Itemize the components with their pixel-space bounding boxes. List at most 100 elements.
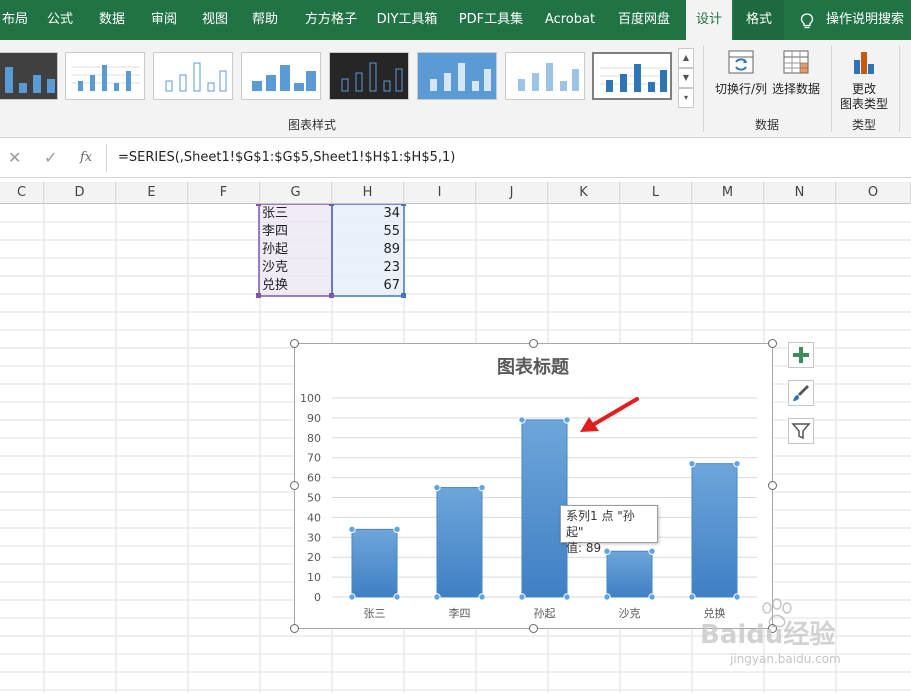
cell-g5[interactable]: 兑换 xyxy=(262,276,330,296)
column-header-i[interactable]: I xyxy=(404,182,476,204)
bar-selection-handle[interactable] xyxy=(393,593,401,601)
formula-input[interactable]: =SERIES(,Sheet1!$G$1:$G$5,Sheet1!$H$1:$H… xyxy=(118,150,455,165)
tab-review[interactable]: 审阅 xyxy=(144,0,184,40)
cell-g1[interactable]: 张三 xyxy=(262,204,330,224)
column-header-m[interactable]: M xyxy=(692,182,764,204)
tab-formulas[interactable]: 公式 xyxy=(40,0,80,40)
resize-handle-bottom-left[interactable] xyxy=(290,624,299,633)
bar-selection-handle[interactable] xyxy=(478,593,486,601)
chart-style-thumb-1[interactable] xyxy=(0,52,58,100)
chart-filters-button[interactable] xyxy=(788,418,814,444)
tab-format[interactable]: 格式 xyxy=(734,0,784,40)
y-tick-label: 30 xyxy=(307,531,321,544)
bar-selection-handle[interactable] xyxy=(348,525,356,534)
chart-styles-group-label: 图表样式 xyxy=(287,118,336,132)
gallery-down-button[interactable]: ▼ xyxy=(678,68,694,88)
resize-handle-right[interactable] xyxy=(768,481,777,490)
resize-handle-top-left[interactable] xyxy=(290,339,299,348)
column-header-g[interactable]: G xyxy=(260,182,332,204)
plus-icon xyxy=(793,347,809,363)
chart-bar-4[interactable] xyxy=(606,550,653,598)
chart-styles-button[interactable] xyxy=(788,380,814,406)
change-chart-type-icon xyxy=(854,52,874,74)
bar-selection-handle[interactable] xyxy=(563,416,571,424)
resize-handle-bottom[interactable] xyxy=(529,624,538,633)
chart-title[interactable]: 图表标题 xyxy=(497,356,570,378)
bar-selection-handle[interactable] xyxy=(518,416,526,424)
column-header-l[interactable]: L xyxy=(620,182,692,204)
switch-row-col-button[interactable]: 切换行/列 xyxy=(712,48,770,97)
cell-g4[interactable]: 沙克 xyxy=(262,258,330,278)
cell-g2[interactable]: 李四 xyxy=(262,222,330,242)
chart-elements-button[interactable] xyxy=(788,342,814,368)
tab-baidu-netdisk[interactable]: 百度网盘 xyxy=(612,0,676,40)
tab-design[interactable]: 设计 xyxy=(686,0,732,40)
chart-bar-1[interactable] xyxy=(351,528,398,598)
chart-style-thumb-7[interactable] xyxy=(505,52,585,100)
column-header-e[interactable]: E xyxy=(116,182,188,204)
tooltip-value: 值: 89 xyxy=(566,541,602,555)
function-wizard-icon[interactable]: fx xyxy=(80,150,92,165)
select-data-button[interactable]: 选择数据 xyxy=(770,48,822,97)
cell-h2[interactable]: 55 xyxy=(334,222,400,242)
close-icon[interactable]: ✕ xyxy=(8,148,21,167)
red-arrow-annotation xyxy=(580,397,639,432)
formula-bar: ✕ ✓ fx =SERIES(,Sheet1!$G$1:$G$5,Sheet1!… xyxy=(0,138,911,178)
tab-layout[interactable]: 布局 xyxy=(0,0,30,40)
gallery-up-button[interactable]: ▲ xyxy=(678,48,694,68)
chart-style-thumb-4[interactable] xyxy=(241,52,321,100)
bar-selection-handle[interactable] xyxy=(518,593,526,601)
chart-bar-2[interactable] xyxy=(436,487,483,598)
chart-style-thumb-2[interactable] xyxy=(65,52,145,100)
resize-handle-top-right[interactable] xyxy=(768,339,777,348)
cell-h5[interactable]: 67 xyxy=(334,276,400,296)
tab-view[interactable]: 视图 xyxy=(195,0,235,40)
chart-style-thumb-6[interactable] xyxy=(417,52,497,100)
change-chart-type-button[interactable]: 更改 图表类型 xyxy=(836,48,892,112)
bar-selection-handle[interactable] xyxy=(648,593,656,601)
tab-help[interactable]: 帮助 xyxy=(245,0,285,40)
column-header-n[interactable]: N xyxy=(764,182,836,204)
column-header-j[interactable]: J xyxy=(476,182,548,204)
column-header-o[interactable]: O xyxy=(836,182,911,204)
bar-selection-handle[interactable] xyxy=(433,483,441,492)
chart-plot[interactable]: 图表标题 0102030405060708090100 张三 李四 孙起 沙克 兑换 xyxy=(295,344,772,628)
column-header-h[interactable]: H xyxy=(332,182,404,204)
cell-g3[interactable]: 孙起 xyxy=(262,240,330,260)
column-header-f[interactable]: F xyxy=(188,182,260,204)
tab-data[interactable]: 数据 xyxy=(92,0,132,40)
cell-h4[interactable]: 23 xyxy=(334,258,400,278)
bar-selection-handle[interactable] xyxy=(733,459,741,468)
y-tick-label: 60 xyxy=(307,472,321,485)
bar-selection-handle[interactable] xyxy=(393,525,401,534)
tab-pdf-tools[interactable]: PDF工具集 xyxy=(454,0,528,40)
chart-area[interactable]: 图表标题 0 10 20 30 40 50 60 70 80 90 100 张三 李四 孙起 沙克 兑换 xyxy=(294,343,773,629)
chart-bar-5[interactable] xyxy=(691,463,738,598)
check-icon[interactable]: ✓ xyxy=(44,148,57,167)
resize-handle-left[interactable] xyxy=(290,481,299,490)
gallery-scroll: ▲ ▼ ▾ xyxy=(678,48,694,108)
y-tick-label: 70 xyxy=(307,452,321,465)
tab-diy-toolbox[interactable]: DIY工具箱 xyxy=(372,0,442,40)
bar-selection-handle[interactable] xyxy=(563,593,571,601)
tell-me-search[interactable]: 操作说明搜索 xyxy=(800,0,904,40)
cell-h3[interactable]: 89 xyxy=(334,240,400,260)
excel-window: 布局 公式 数据 审阅 视图 帮助 方方格子 DIY工具箱 PDF工具集 Acr… xyxy=(0,0,911,693)
tab-fangfang[interactable]: 方方格子 xyxy=(296,0,366,40)
bar-selection-handle[interactable] xyxy=(603,593,611,601)
gallery-more-button[interactable]: ▾ xyxy=(678,88,694,108)
bar-selection-handle[interactable] xyxy=(348,593,356,601)
column-header-d[interactable]: D xyxy=(44,182,116,204)
resize-handle-top[interactable] xyxy=(529,339,538,348)
column-header-k[interactable]: K xyxy=(548,182,620,204)
bar-selection-handle[interactable] xyxy=(688,459,696,468)
bar-selection-handle[interactable] xyxy=(478,483,486,492)
tell-me-label: 操作说明搜索 xyxy=(826,12,905,27)
chart-style-thumb-3[interactable] xyxy=(153,52,233,100)
tab-acrobat[interactable]: Acrobat xyxy=(538,0,602,40)
bar-selection-handle[interactable] xyxy=(433,593,441,601)
cell-h1[interactable]: 34 xyxy=(334,204,400,224)
column-header-c[interactable]: C xyxy=(0,182,44,204)
chart-style-thumb-5[interactable] xyxy=(329,52,409,100)
chart-style-thumb-8-selected[interactable] xyxy=(592,52,672,100)
